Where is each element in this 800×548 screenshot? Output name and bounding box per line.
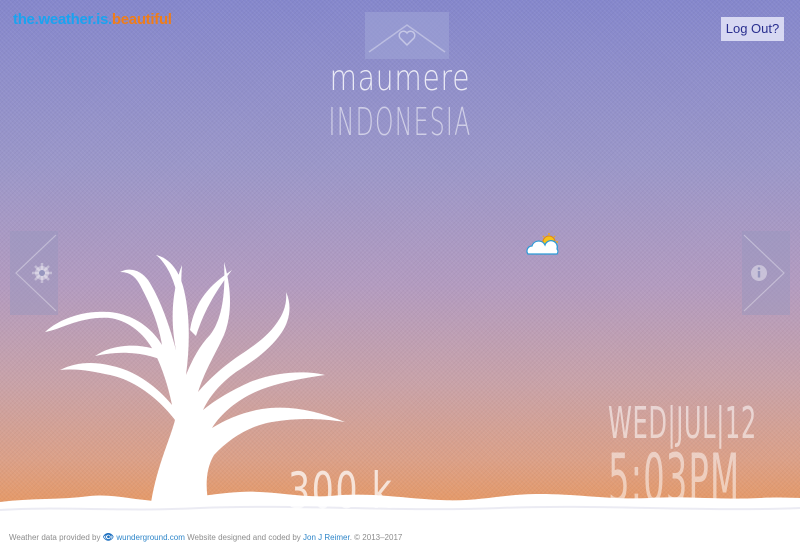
- footer-text-data: Weather data provided by: [9, 533, 101, 542]
- temperature-readout: 300 k: [288, 462, 394, 520]
- info-panel-button[interactable]: [742, 231, 790, 315]
- footer-copyright: . © 2013–2017: [349, 533, 403, 542]
- time-readout: 5:03PM: [608, 440, 741, 519]
- info-icon: [751, 265, 767, 281]
- right-chevron-icon: [743, 234, 785, 312]
- wunderground-logo[interactable]: 👁︎: [103, 532, 114, 542]
- author-link[interactable]: Jon J Reimer: [303, 533, 350, 542]
- footer: Weather data provided by 👁︎ wunderground…: [9, 532, 402, 543]
- wunderground-link[interactable]: wunderground.com: [116, 533, 184, 542]
- partly-cloudy-icon: [526, 233, 559, 255]
- footer-text-design: Website designed and coded by: [187, 533, 301, 542]
- logout-button[interactable]: Log Out?: [721, 17, 784, 41]
